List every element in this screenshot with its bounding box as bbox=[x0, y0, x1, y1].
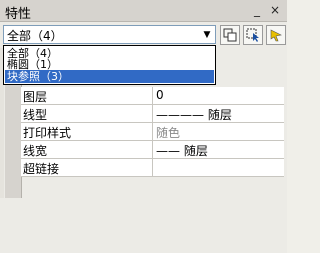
minimize-button[interactable]: _ bbox=[249, 2, 265, 18]
property-row-lineweight[interactable]: 线宽 —— 随层 bbox=[21, 141, 284, 159]
property-row-linetype[interactable]: 线型 ———— 随层 bbox=[21, 105, 284, 123]
column-divider[interactable] bbox=[152, 105, 153, 122]
property-key: 线型 bbox=[23, 108, 48, 122]
property-key: 图层 bbox=[23, 90, 48, 104]
column-divider[interactable] bbox=[152, 87, 153, 104]
cursor-icon bbox=[246, 28, 259, 42]
quick-select-button[interactable] bbox=[266, 25, 286, 45]
property-value: 随色 bbox=[156, 126, 181, 140]
pickadd-icon bbox=[223, 28, 237, 42]
property-row-layer[interactable]: 图层 0 bbox=[21, 87, 284, 105]
property-value[interactable] bbox=[156, 160, 281, 176]
property-key: 超链接 bbox=[23, 162, 60, 176]
property-row-hyperlink[interactable]: 超链接 bbox=[21, 159, 284, 177]
close-button[interactable]: × bbox=[267, 2, 283, 18]
toggle-pickadd-button[interactable] bbox=[220, 25, 240, 45]
title-bar: 特性 _ × bbox=[0, 0, 287, 22]
property-key: 打印样式 bbox=[23, 126, 72, 140]
column-divider[interactable] bbox=[152, 141, 153, 158]
property-value[interactable]: 0 bbox=[156, 88, 281, 104]
property-row-plotstyle[interactable]: 打印样式 随色 bbox=[21, 123, 284, 141]
column-divider[interactable] bbox=[152, 123, 153, 140]
selection-value: 全部（4） bbox=[7, 29, 63, 43]
dropdown-item-blockref[interactable]: 块参照（3） bbox=[5, 70, 214, 83]
property-grid: 图层 0 线型 ———— 随层 打印样式 随色 线宽 —— 随层 超链接 bbox=[21, 87, 284, 177]
column-divider[interactable] bbox=[152, 159, 153, 176]
selection-combo[interactable]: 全部（4） ▼ bbox=[3, 25, 216, 44]
property-key: 线宽 bbox=[23, 144, 48, 158]
select-objects-button[interactable] bbox=[243, 25, 263, 45]
quick-select-icon bbox=[270, 29, 282, 42]
chevron-down-icon[interactable]: ▼ bbox=[199, 26, 215, 43]
property-value[interactable]: —— 随层 bbox=[156, 142, 281, 158]
selection-dropdown-list: 全部（4） 椭圆（1） 块参照（3） bbox=[3, 45, 216, 85]
property-value[interactable]: ———— 随层 bbox=[156, 106, 281, 122]
window-title: 特性 bbox=[5, 7, 32, 22]
